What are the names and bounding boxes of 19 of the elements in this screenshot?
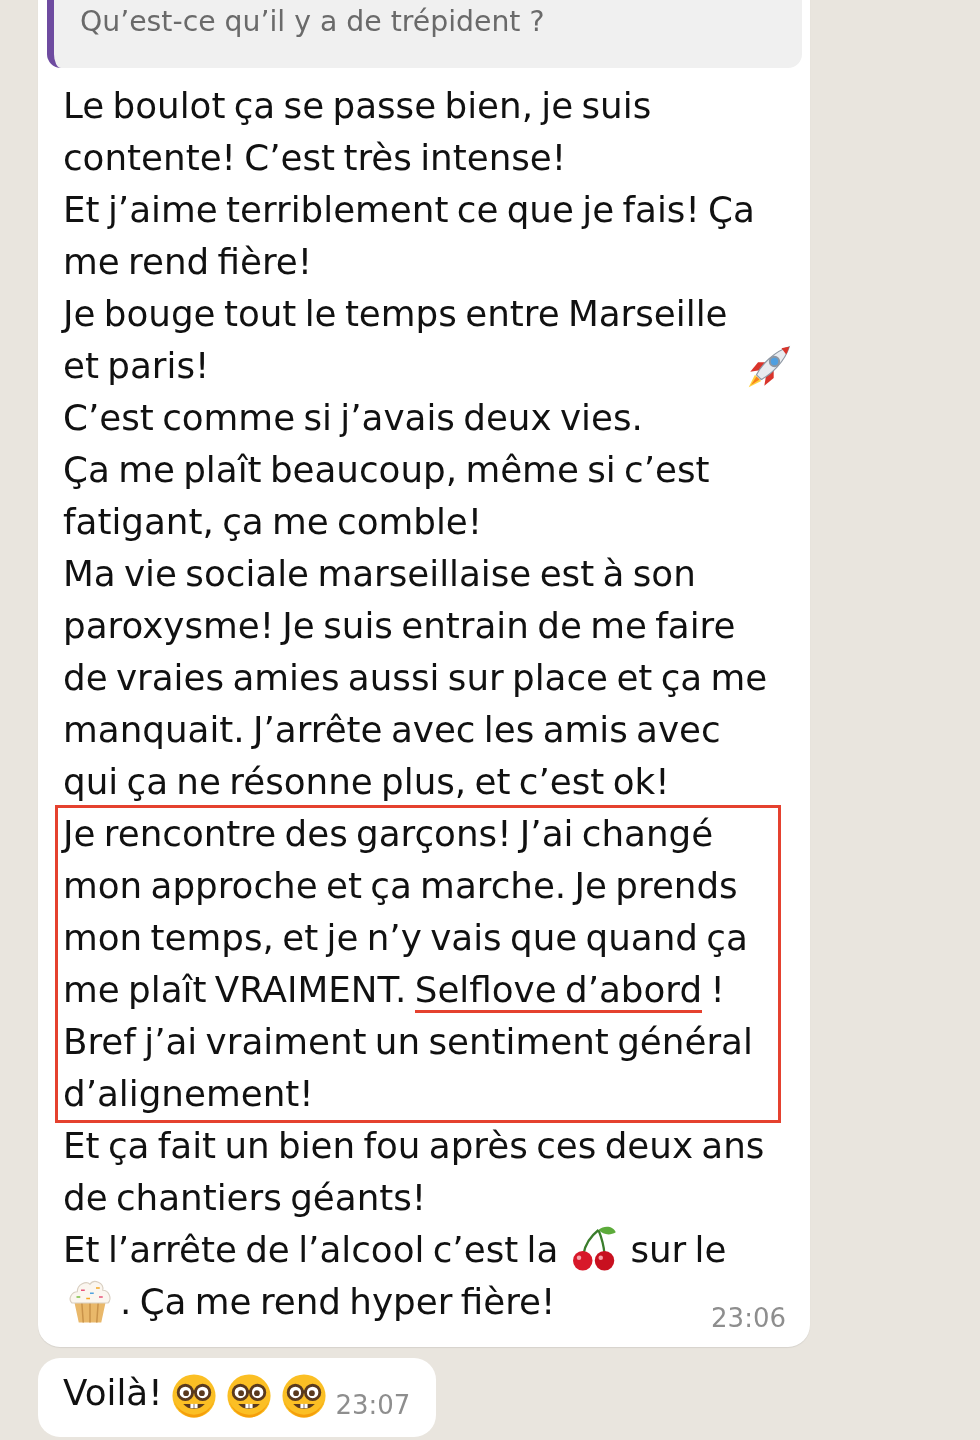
quoted-text: Qu’est-ce qu’il y a de trépident ? (80, 6, 546, 38)
message-text: Je rencontre des garçons! J’ai changé mon approche et ça marche. Je prends mon temps, et je n’y vais que quand ça me plaît VRAIMENT. Selflove d’abord ! (63, 808, 778, 1016)
message-text: C’est comme si j’avais deux vies. (63, 396, 644, 440)
message-text: Je bouge tout le temps entre Marseille et paris! (63, 292, 729, 388)
message-text: Et j’aime terriblement ce que je fais! Ça me rend fière! (63, 188, 756, 284)
message-text: Bref j’ai vraiment un sentiment général d’alignement! (63, 1020, 754, 1116)
nerd-face-icon (171, 1373, 218, 1419)
nerd-face-icon (281, 1373, 328, 1419)
message-text: Et ça fait un bien fou après ces deux ans de chantiers géants! (63, 1124, 766, 1220)
message-text: Ça me plaît beaucoup, même si c’est fatigant, ça me comble! (63, 448, 711, 544)
nerd-face-icon (226, 1373, 273, 1419)
message-text: . Ça me rend hyper fière! (120, 1281, 556, 1322)
message-text: sur le (630, 1229, 727, 1270)
message-text: Et l’arrête de l’alcool c’est la (63, 1229, 559, 1270)
message-text: Ma vie sociale marseillaise est à son paroxysme! Je suis entrain de me faire de vraies amies aussi sur place et ça me manquait. J’arrête avec les amis avec qui ça ne résonne plus, et c’est ok! (63, 552, 768, 804)
message-time: 23:06 (711, 1302, 786, 1334)
message-time: 23:07 (335, 1389, 411, 1421)
message-text: Voilà! (63, 1371, 163, 1415)
message-text: Le boulot ça se passe bien, je suis contente! C’est très intense! (63, 84, 653, 180)
